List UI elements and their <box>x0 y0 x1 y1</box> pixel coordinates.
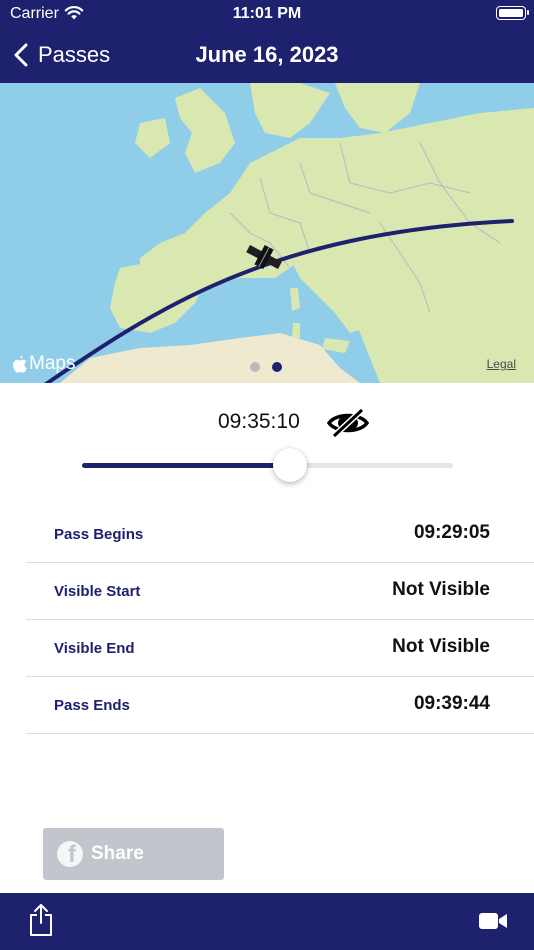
detail-label: Pass Begins <box>54 526 144 543</box>
top-bar: Carrier 11:01 PM Passes June 16, 2023 <box>0 0 534 83</box>
detail-value: 09:29:05 <box>413 522 490 543</box>
page-indicator-dot[interactable] <box>250 362 260 372</box>
detail-value: 09:39:44 <box>413 693 490 714</box>
share-button-label: Share <box>91 843 144 864</box>
bottom-toolbar <box>0 893 534 950</box>
detail-value: Not Visible <box>392 636 490 657</box>
page-indicator-dot-active[interactable] <box>272 362 282 372</box>
pass-begins-row: Pass Begins 09:29:05 <box>26 506 534 563</box>
slider-progress <box>82 463 290 468</box>
pass-time-slider[interactable] <box>82 448 453 482</box>
facebook-share-button[interactable]: f Share <box>43 828 224 880</box>
pass-details-list: Pass Begins 09:29:05 Visible Start Not V… <box>26 506 534 734</box>
current-pass-time: 09:35:10 <box>218 410 300 433</box>
detail-label: Visible Start <box>54 583 141 600</box>
pass-ends-row: Pass Ends 09:39:44 <box>26 677 534 734</box>
eye-slash-icon <box>326 407 370 444</box>
detail-label: Pass Ends <box>54 697 130 714</box>
facebook-icon: f <box>57 841 83 867</box>
share-icon[interactable] <box>28 903 54 942</box>
page-indicator[interactable] <box>250 362 282 372</box>
status-time: 11:01 PM <box>232 5 302 22</box>
visible-start-row: Visible Start Not Visible <box>26 563 534 620</box>
page-title: June 16, 2023 <box>195 42 339 67</box>
visible-end-row: Visible End Not Visible <box>26 620 534 677</box>
battery-icon <box>496 6 529 20</box>
status-bar: Carrier 11:01 PM <box>0 0 534 28</box>
detail-label: Visible End <box>54 640 135 657</box>
maps-attribution-text: Maps <box>29 353 76 374</box>
legal-link[interactable]: Legal <box>487 357 516 371</box>
video-camera-icon[interactable] <box>478 911 508 936</box>
maps-attribution: Maps <box>12 353 75 375</box>
time-readout-row: 09:35:10 <box>0 405 534 441</box>
apple-logo-icon <box>13 355 27 373</box>
map-canvas <box>0 83 534 383</box>
slider-thumb[interactable] <box>272 448 307 482</box>
pass-map[interactable]: Maps Legal <box>0 83 534 383</box>
navigation-bar: Passes June 16, 2023 <box>0 30 534 80</box>
detail-value: Not Visible <box>392 579 490 600</box>
